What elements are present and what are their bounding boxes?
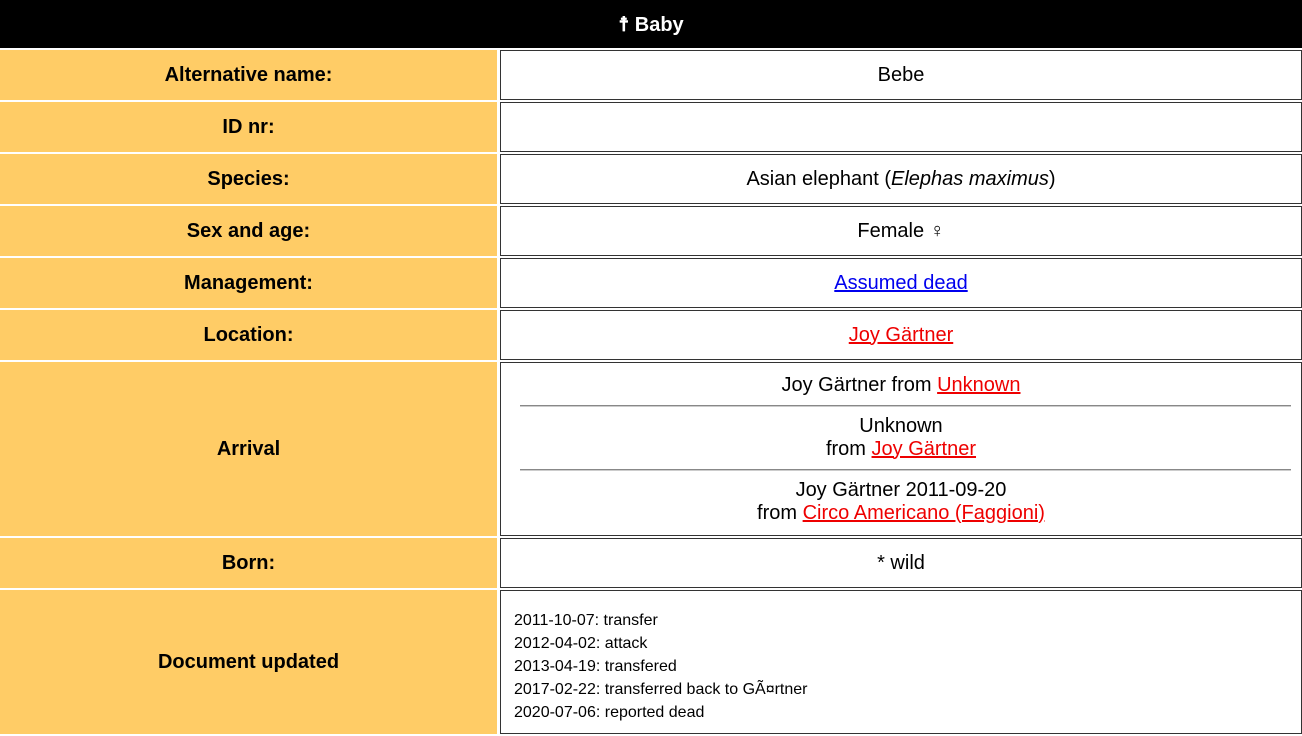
arrival-value: Joy Gärtner from Unknown Unknown from Jo… <box>500 362 1302 536</box>
sex-age-value: Female ♀ <box>500 206 1302 256</box>
row-id-nr: ID nr: <box>0 102 1302 152</box>
management-value: Assumed dead <box>500 258 1302 308</box>
id-nr-label: ID nr: <box>0 102 497 152</box>
animal-info-table: ☨ Baby Alternative name: Bebe ID nr: Spe… <box>0 0 1302 736</box>
born-label: Born: <box>0 538 497 588</box>
arrival-entry: Joy Gärtner 2011-09-20 from Circo Americ… <box>757 478 1045 524</box>
species-value: Asian elephant (Elephas maximus) <box>500 154 1302 204</box>
document-updated-label: Document updated <box>0 590 497 734</box>
update-history: 2011-10-07: transfer 2012-04-02: attack … <box>501 595 1301 730</box>
row-sex-age: Sex and age: Female ♀ <box>0 206 1302 256</box>
list-item: 2011-10-07: transfer <box>514 611 658 629</box>
species-common-name: Asian elephant <box>746 167 879 190</box>
arrival-divider <box>520 404 1291 407</box>
row-arrival: Arrival Joy Gärtner from Unknown Unknown… <box>0 362 1302 536</box>
row-species: Species: Asian elephant (Elephas maximus… <box>0 154 1302 204</box>
id-nr-value <box>500 102 1302 152</box>
row-document-updated: Document updated 2011-10-07: transfer 20… <box>0 590 1302 734</box>
row-location: Location: Joy Gärtner <box>0 310 1302 360</box>
list-item: 2012-04-02: attack <box>514 634 648 652</box>
location-value: Joy Gärtner <box>500 310 1302 360</box>
row-alternative-name: Alternative name: Bebe <box>0 50 1302 100</box>
arrival-divider <box>520 468 1291 471</box>
species-label: Species: <box>0 154 497 204</box>
document-updated-value: 2011-10-07: transfer 2012-04-02: attack … <box>500 590 1302 734</box>
page-title: ☨ Baby <box>0 0 1302 48</box>
list-item: 2013-04-19: transfered <box>514 657 677 675</box>
alternative-name-label: Alternative name: <box>0 50 497 100</box>
arrival-label: Arrival <box>0 362 497 536</box>
arrival-origin-link[interactable]: Circo Americano (Faggioni) <box>803 502 1045 524</box>
species-latin-name: Elephas maximus <box>891 167 1049 190</box>
alternative-name-value: Bebe <box>500 50 1302 100</box>
row-born: Born: * wild <box>0 538 1302 588</box>
location-label: Location: <box>0 310 497 360</box>
location-link[interactable]: Joy Gärtner <box>849 324 953 346</box>
row-management: Management: Assumed dead <box>0 258 1302 308</box>
list-item: 2020-07-06: reported dead <box>514 703 705 721</box>
management-label: Management: <box>0 258 497 308</box>
management-link[interactable]: Assumed dead <box>834 272 967 294</box>
born-value: * wild <box>500 538 1302 588</box>
arrival-entry: Joy Gärtner from Unknown <box>781 373 1021 396</box>
sex-age-label: Sex and age: <box>0 206 497 256</box>
arrival-origin-link[interactable]: Unknown <box>937 374 1020 396</box>
arrival-entry: Unknown from Joy Gärtner <box>825 414 977 460</box>
arrival-origin-link[interactable]: Joy Gärtner <box>872 438 976 460</box>
list-item: 2017-02-22: transferred back to GÃ¤rtner <box>514 680 808 698</box>
